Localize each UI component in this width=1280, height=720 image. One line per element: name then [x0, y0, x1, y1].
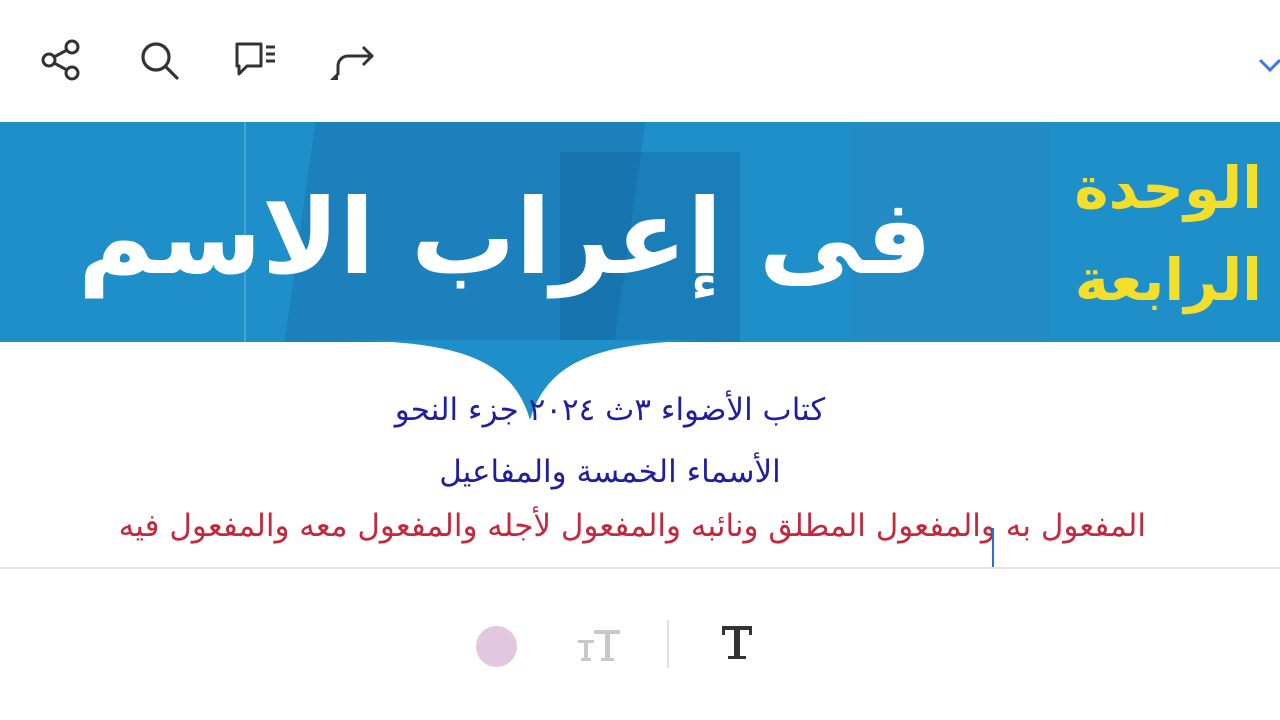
color-picker-icon[interactable] [476, 626, 517, 667]
text-size-icon[interactable] [570, 618, 630, 672]
search-button[interactable] [133, 34, 185, 86]
redo-button[interactable] [326, 34, 378, 86]
banner-title: فى إعراب الاسم [77, 176, 933, 298]
chevron-down-icon[interactable] [1254, 52, 1280, 78]
unit-label-line2: الرابعة [1074, 246, 1262, 314]
search-icon [141, 42, 179, 80]
document-line-cutoff: — — — — — — — — — — — — — — — [80, 553, 1080, 567]
unit-label: الوحدة الرابعة [1022, 142, 1262, 326]
unit-label-line1: الوحدة [1074, 154, 1262, 222]
bottom-toolbar [0, 569, 1280, 720]
share-button[interactable] [35, 34, 87, 86]
comment-icon [235, 42, 275, 76]
document-line-objects: المفعول به والمفعول المطلق ونائبه والمفع… [118, 508, 1146, 544]
text-icon[interactable] [706, 612, 766, 672]
toolbar-divider [667, 620, 669, 668]
text-cursor [992, 528, 994, 568]
redo-icon [330, 45, 374, 80]
document-line-topic: الأسماء الخمسة والمفاعيل [439, 454, 781, 490]
comments-button[interactable] [229, 34, 281, 86]
document-line-book-title: كتاب الأضواء ٣ث ٢٠٢٤ جزء النحو [394, 392, 826, 428]
share-icon [41, 39, 80, 81]
top-toolbar [0, 0, 1280, 122]
